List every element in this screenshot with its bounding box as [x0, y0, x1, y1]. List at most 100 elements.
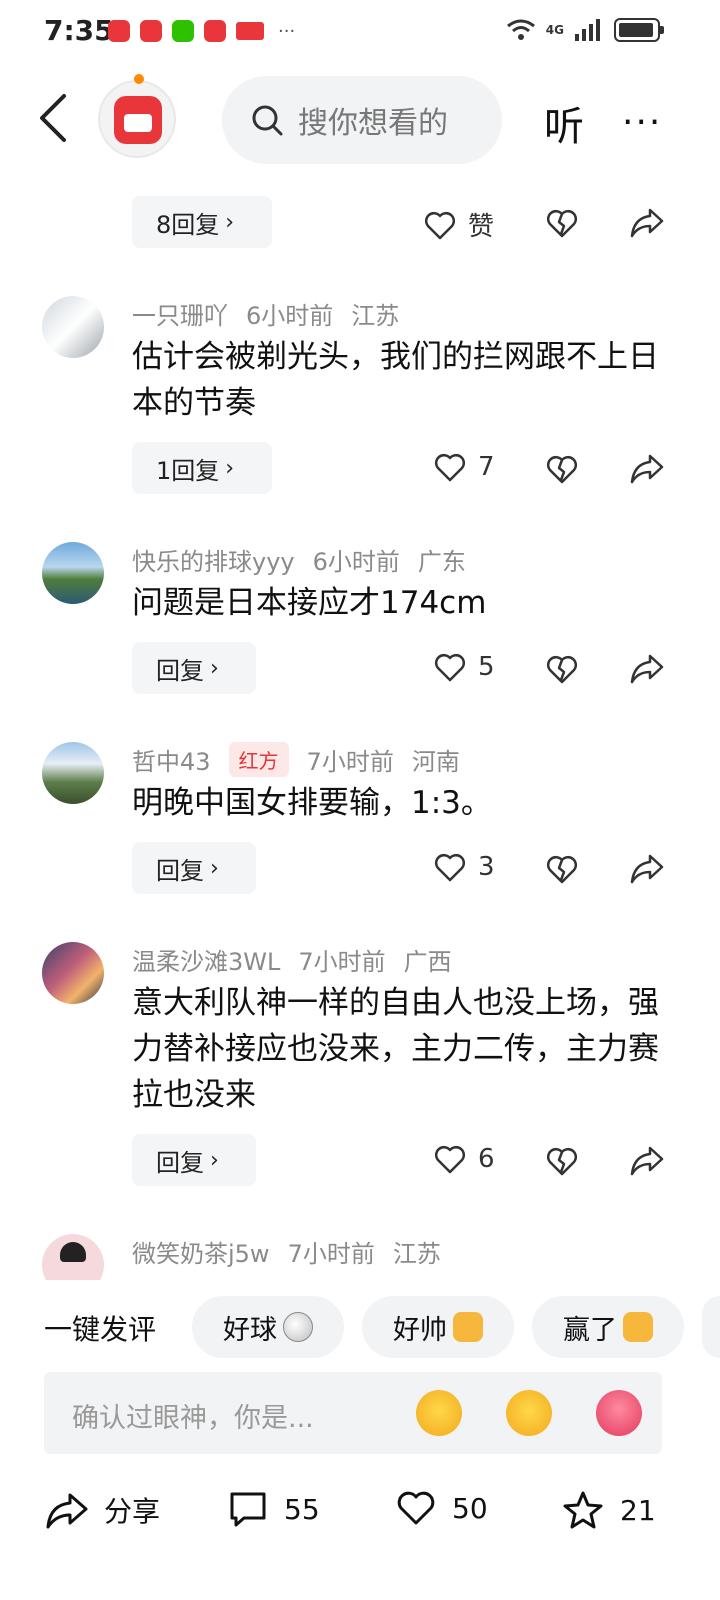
favorites-count: 21: [620, 1493, 656, 1527]
reply-button[interactable]: 回复 ›: [132, 842, 256, 894]
like-button[interactable]: 赞: [424, 206, 494, 243]
dislike-icon[interactable]: [546, 454, 578, 484]
dislike-icon[interactable]: [546, 654, 578, 684]
comment-time: 6小时前: [246, 302, 334, 330]
reply-label: 回复: [156, 856, 204, 885]
username[interactable]: 微笑奶茶j5w: [132, 1240, 270, 1268]
back-arrow-icon[interactable]: [34, 92, 74, 144]
reply-button[interactable]: 回复 ›: [132, 1134, 256, 1186]
bottom-action-bar: 分享 55 50 21: [0, 1476, 720, 1556]
comment-item: 哲中43 红方 7小时前 河南 明晚中国女排要输，1:3。 回复 › 3: [0, 742, 720, 902]
search-bar[interactable]: 搜你想看的: [222, 76, 502, 164]
comment-time: 6小时前: [312, 548, 400, 576]
heart-icon: [434, 653, 466, 682]
like-count: 3: [478, 852, 495, 882]
status-bar: 7:35 ··· 4G: [0, 0, 720, 64]
heart-icon: [397, 1491, 435, 1525]
wifi-icon: [506, 19, 535, 40]
chevron-right-icon: ›: [225, 455, 235, 481]
chip-label: 好球: [223, 1314, 277, 1346]
comment-item: 一只珊吖 6小时前 江苏 估计会被剃光头，我们的拦网跟不上日本的节奏 1回复 › 7: [0, 296, 720, 506]
reply-label: 回复: [156, 656, 204, 685]
like-button[interactable]: 50: [396, 1490, 488, 1526]
avatar[interactable]: [42, 542, 104, 604]
avatar[interactable]: [42, 742, 104, 804]
comment-input[interactable]: 确认过眼神，你是...: [44, 1372, 662, 1454]
quick-reply-chip[interactable]: 好帅: [362, 1296, 514, 1358]
comment-time: 7小时前: [298, 948, 386, 976]
share-icon[interactable]: [630, 452, 664, 484]
rose-emoji-icon[interactable]: [596, 1390, 642, 1436]
share-icon[interactable]: [630, 852, 664, 884]
comment-item: 温柔沙滩3WL 7小时前 广西 意大利队神一样的自由人也没上场，强力替补接应也没来，…: [0, 942, 720, 1192]
avatar[interactable]: [42, 1234, 104, 1280]
comment-meta: 哲中43 红方 7小时前 河南: [132, 742, 478, 777]
comment-item: 微笑奶茶j5w 7小时前 江苏: [0, 1234, 720, 1280]
comment-bubble-icon: [230, 1492, 266, 1527]
share-icon[interactable]: [630, 206, 664, 238]
more-notifications-icon: ···: [278, 20, 296, 42]
quick-reply-chip[interactable]: 好球: [192, 1296, 344, 1358]
thumbs-up-icon: [623, 1312, 653, 1342]
comment-meta: 一只珊吖 6小时前 江苏: [132, 296, 417, 331]
likes-count: 50: [452, 1491, 488, 1525]
heart-icon: [424, 211, 456, 239]
comment-text[interactable]: 估计会被剃光头，我们的拦网跟不上日本的节奏: [132, 334, 682, 426]
app-notification-icon: [204, 20, 226, 42]
username[interactable]: 温柔沙滩3WL: [132, 948, 280, 976]
more-options-button[interactable]: ···: [622, 102, 662, 143]
chip-label: 好帅: [393, 1314, 447, 1346]
thumbs-up-icon: [453, 1312, 483, 1342]
share-icon[interactable]: [630, 1144, 664, 1176]
quick-reply-label: 一键发评: [44, 1313, 157, 1346]
status-time: 7:35: [44, 14, 114, 47]
comment-meta: 温柔沙滩3WL 7小时前 广西: [132, 942, 470, 977]
wechat-notification-icon: [172, 20, 194, 42]
grinning-emoji-icon[interactable]: [506, 1390, 552, 1436]
comment-text[interactable]: 意大利队神一样的自由人也没上场，强力替补接应也没来，主力二传，主力赛拉也没来: [132, 980, 682, 1118]
comment-meta: 微笑奶茶j5w 7小时前 江苏: [132, 1234, 459, 1269]
avatar[interactable]: [42, 942, 104, 1004]
reply-button[interactable]: 回复 ›: [132, 642, 256, 694]
username[interactable]: 哲中43: [132, 748, 211, 776]
chevron-right-icon: ›: [210, 655, 219, 681]
logo-badge-dot: [134, 74, 144, 84]
comment-text[interactable]: 明晚中国女排要输，1:3。: [132, 780, 682, 826]
favorite-button[interactable]: 21: [562, 1490, 656, 1530]
comment-list[interactable]: 8回复 › 赞 一只珊吖 6小时前 江苏 估计会被剃光头，我们的拦网跟不上日本的节奏 …: [0, 180, 720, 1280]
like-button[interactable]: 5: [434, 652, 495, 682]
quick-reply-chip-partial[interactable]: [702, 1296, 720, 1358]
star-icon: [563, 1491, 603, 1529]
quick-reply-chip[interactable]: 赢了: [532, 1296, 684, 1358]
laughing-crying-emoji-icon[interactable]: [416, 1390, 462, 1436]
share-icon[interactable]: [630, 652, 664, 684]
chevron-right-icon: ›: [210, 855, 219, 881]
app-notification-icon: [108, 20, 130, 42]
reply-button[interactable]: 8回复 ›: [132, 196, 272, 248]
dislike-icon[interactable]: [546, 854, 578, 884]
username[interactable]: 一只珊吖: [132, 302, 228, 330]
like-label: 赞: [468, 212, 495, 242]
listen-button[interactable]: 听: [544, 94, 584, 152]
avatar-hair: [60, 1242, 86, 1262]
avatar[interactable]: [42, 296, 104, 358]
like-button[interactable]: 3: [434, 852, 495, 882]
comment-time: 7小时前: [287, 1240, 375, 1268]
reply-label: 1回复: [156, 456, 220, 485]
reply-button[interactable]: 1回复 ›: [132, 442, 272, 494]
comments-button[interactable]: 55: [228, 1490, 320, 1528]
comment-input-placeholder: 确认过眼神，你是...: [72, 1403, 314, 1434]
app-logo[interactable]: [98, 74, 176, 158]
comment-text[interactable]: 问题是日本接应才174cm: [132, 580, 682, 626]
dislike-icon[interactable]: [546, 1146, 578, 1176]
like-button[interactable]: 6: [434, 1144, 495, 1174]
notification-icons: ···: [108, 20, 295, 42]
dislike-icon[interactable]: [546, 208, 578, 238]
comment-region: 广西: [403, 948, 452, 976]
comment-meta: 快乐的排球yyy 6小时前 广东: [132, 542, 484, 577]
share-button[interactable]: 分享: [46, 1490, 160, 1530]
username[interactable]: 快乐的排球yyy: [132, 548, 295, 576]
quick-reply-bar: 一键发评 好球 好帅 赢了: [0, 1292, 720, 1360]
share-icon: [46, 1493, 88, 1529]
like-button[interactable]: 7: [434, 452, 495, 482]
